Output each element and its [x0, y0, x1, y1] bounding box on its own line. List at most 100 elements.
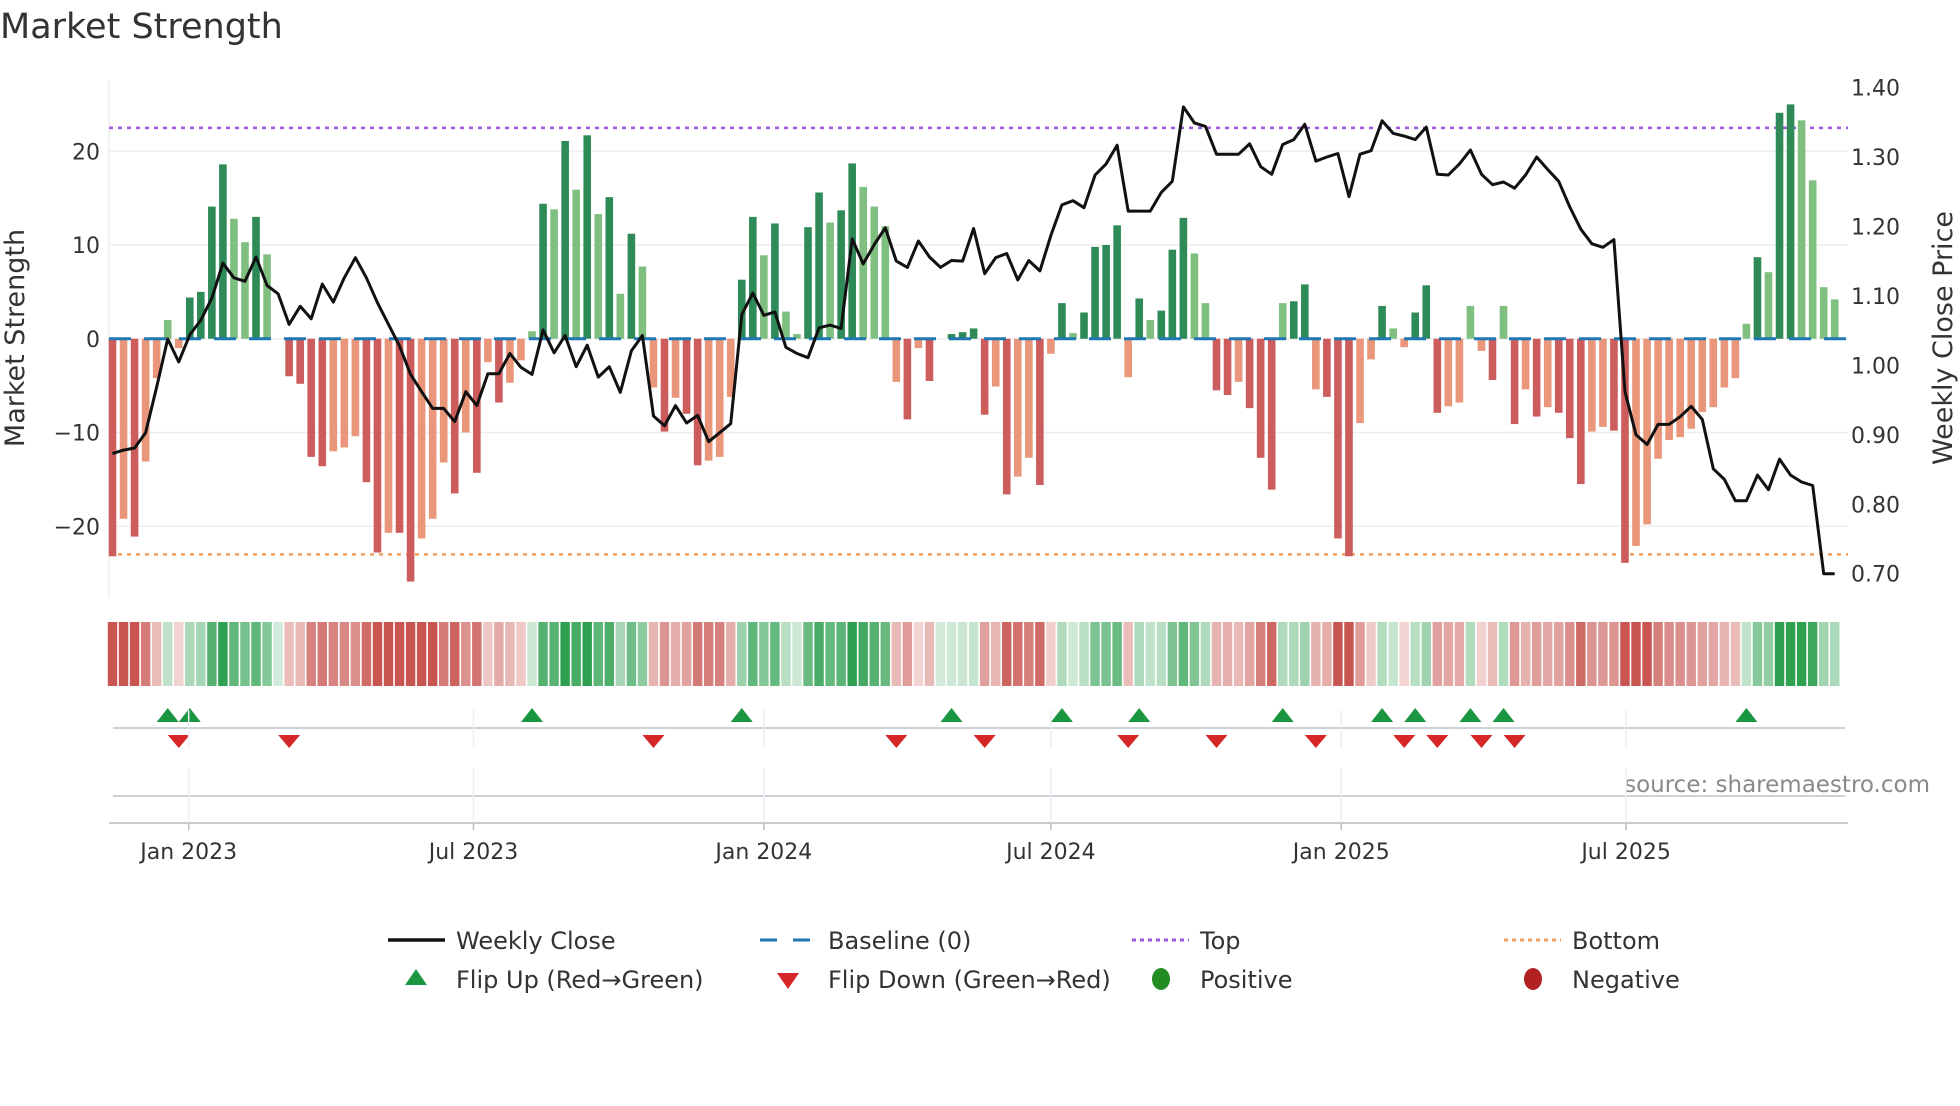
strip-cell: [373, 622, 382, 686]
strength-bar: [561, 141, 569, 339]
strength-bar: [307, 339, 315, 457]
strip-cell: [1179, 622, 1188, 686]
strength-bar: [572, 190, 580, 339]
strip-cell: [1598, 622, 1607, 686]
strip-cell: [1322, 622, 1331, 686]
strength-bar: [1467, 306, 1475, 339]
strength-bar: [1389, 328, 1397, 338]
strength-bar: [1213, 339, 1221, 391]
legend-label: Negative: [1572, 966, 1680, 994]
strength-bar: [1676, 339, 1684, 437]
strip-cell: [715, 622, 724, 686]
strip-cell: [1278, 622, 1287, 686]
strip-cell: [1786, 622, 1795, 686]
strip-cell: [1212, 622, 1221, 686]
strength-bar: [208, 207, 216, 339]
strength-bar: [1345, 339, 1353, 557]
flip-down-marker: [1393, 735, 1415, 748]
strength-bar: [1334, 339, 1342, 539]
y-tick-label: 10: [72, 234, 100, 259]
strip-cell: [1742, 622, 1751, 686]
strength-bar: [1378, 306, 1386, 339]
strip-cell: [1046, 622, 1055, 686]
strip-cell: [1422, 622, 1431, 686]
strength-bar: [1113, 225, 1121, 338]
x-tick-label: Jan 2023: [138, 840, 237, 865]
strip-cell: [958, 622, 967, 686]
strength-bar: [1544, 339, 1552, 407]
strip-cell: [340, 622, 349, 686]
strength-bar: [639, 267, 647, 339]
strength-bar: [219, 164, 227, 338]
strength-bar: [749, 217, 757, 339]
strip-cell: [1057, 622, 1066, 686]
x-tick-label: Jul 2025: [1579, 840, 1671, 865]
strength-bar: [330, 339, 338, 452]
strength-bars: [109, 104, 1839, 581]
strip-cell: [969, 622, 978, 686]
strength-bar: [164, 320, 172, 339]
strip-cell: [1201, 622, 1210, 686]
strength-bar: [1146, 320, 1154, 339]
strength-bar: [1478, 339, 1486, 351]
strip-cell: [1753, 622, 1762, 686]
y2-tick-label: 1.20: [1851, 215, 1900, 240]
left-axis: 20100−10−20: [54, 140, 100, 540]
flip-up-marker: [941, 708, 963, 722]
strip-cell: [1620, 622, 1629, 686]
legend-circle-icon: [1524, 968, 1542, 990]
strength-bar: [285, 339, 293, 377]
strip-cell: [494, 622, 503, 686]
strip-cell: [814, 622, 823, 686]
legend: Weekly CloseBaseline (0)TopBottomFlip Up…: [388, 927, 1680, 994]
strength-bar: [893, 339, 901, 382]
flip-down-marker: [974, 735, 996, 748]
strip-cell: [638, 622, 647, 686]
chart-title: Market Strength: [0, 7, 283, 47]
strip-cell: [1090, 622, 1099, 686]
strip-cell: [671, 622, 680, 686]
strength-bar: [109, 339, 117, 557]
strip-cell: [1675, 622, 1684, 686]
strength-bar: [318, 339, 326, 467]
strip-cell: [428, 622, 437, 686]
strip-cell: [560, 622, 569, 686]
x-tick-label: Jan 2025: [1291, 840, 1390, 865]
strength-bar: [352, 339, 360, 437]
strip-cell: [1024, 622, 1033, 686]
strip-cell: [1355, 622, 1364, 686]
strength-bar: [1710, 339, 1718, 407]
strip-cell: [1146, 622, 1155, 686]
strip-cell: [1808, 622, 1817, 686]
strip-cell: [174, 622, 183, 686]
strength-bar: [882, 226, 890, 339]
flip-up-marker: [1459, 708, 1481, 722]
strip-cell: [1377, 622, 1386, 686]
strip-cell: [925, 622, 934, 686]
flip-up-marker: [1735, 708, 1757, 722]
strength-bar: [628, 234, 636, 339]
strength-bar: [1180, 218, 1188, 339]
strength-bar: [981, 339, 989, 415]
strip-cell: [859, 622, 868, 686]
strength-heat-strip: [108, 622, 1840, 686]
strip-cell: [583, 622, 592, 686]
strength-bar: [1445, 339, 1453, 407]
strength-bar: [970, 328, 978, 338]
strength-bar: [1279, 303, 1287, 339]
legend-label: Flip Down (Green→Red): [828, 966, 1111, 994]
strength-bar: [440, 339, 448, 463]
strip-cell: [1300, 622, 1309, 686]
strip-cell: [737, 622, 746, 686]
strip-cell: [417, 622, 426, 686]
flip-down-marker: [1206, 735, 1228, 748]
strength-bar: [1599, 339, 1607, 427]
strip-cell: [1245, 622, 1254, 686]
strength-bar: [1754, 257, 1762, 339]
strength-bar: [1014, 339, 1022, 477]
strip-cell: [1764, 622, 1773, 686]
strength-bar: [1654, 339, 1662, 459]
strip-cell: [505, 622, 514, 686]
strip-cell: [1797, 622, 1806, 686]
strength-bar: [1765, 272, 1773, 339]
